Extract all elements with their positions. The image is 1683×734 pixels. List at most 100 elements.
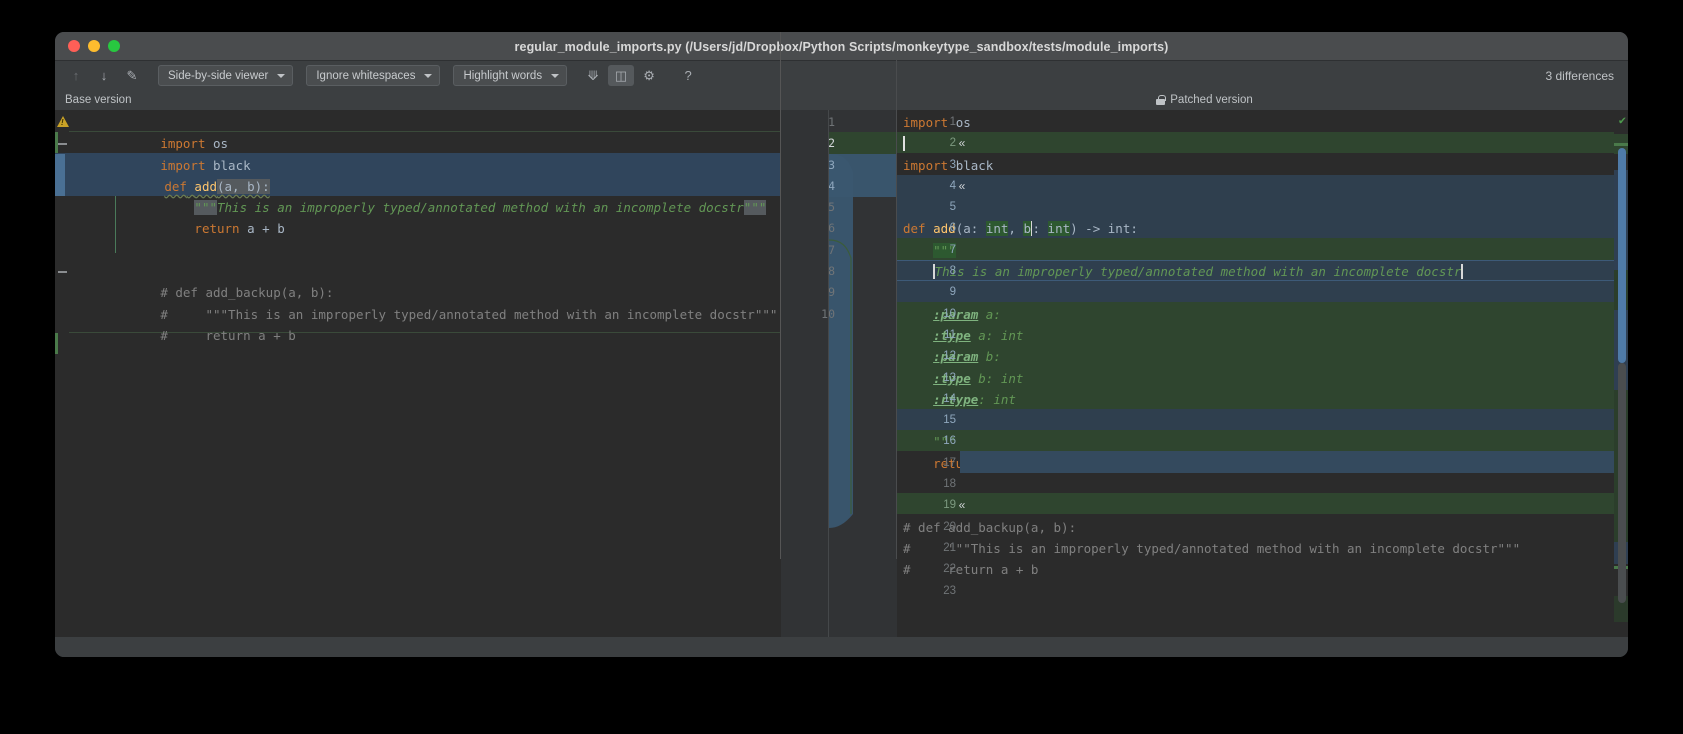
pane-divider-left (780, 32, 781, 559)
code-line[interactable]: """This is an improperly typed/annotated… (55, 176, 781, 216)
pane-headers: Base version Patched version (55, 90, 1628, 110)
gear-icon[interactable]: ⚙ (636, 65, 662, 86)
whitespace-mode-dropdown[interactable]: Ignore whitespaces (306, 65, 441, 86)
code-line[interactable] (55, 240, 781, 261)
token-type: int (985, 221, 1009, 237)
code-line[interactable]: # def add_backup(a, b): (55, 261, 781, 300)
code-line[interactable]: """ (897, 240, 1614, 261)
code-line[interactable] (897, 474, 1614, 495)
zoom-window-button[interactable] (108, 40, 120, 52)
code-line[interactable] (897, 581, 1614, 602)
warning-icon[interactable] (55, 112, 69, 133)
code-line[interactable] (897, 197, 1614, 218)
code-line[interactable]: :rtype: int (897, 389, 1614, 410)
code-line[interactable]: """ (897, 431, 1614, 452)
gutter-row: 6 (781, 218, 897, 239)
scrollbar-track[interactable] (1618, 363, 1626, 603)
overview-scrollbar[interactable]: ✔ (1614, 110, 1628, 637)
overview-marker-line[interactable] (1614, 143, 1628, 146)
code-line[interactable]: import black (55, 133, 781, 173)
code-line[interactable]: return a + b (55, 197, 781, 236)
token-colon: : (1032, 221, 1048, 237)
gutter-row: 4 (781, 176, 897, 197)
viewer-mode-dropdown[interactable]: Side-by-side viewer (158, 65, 294, 86)
code-line[interactable]: def add(a: int, b: int) -> int: (897, 218, 1614, 239)
token-type: int (1047, 221, 1071, 237)
close-window-button[interactable] (68, 40, 80, 52)
code-line[interactable]: def add(a, b): (55, 155, 781, 194)
collapse-unchanged-icon[interactable]: ⟱ (580, 65, 606, 86)
token-module: black (955, 157, 994, 173)
gutter-row: 2 (781, 133, 897, 154)
token-keyword: def (903, 221, 926, 237)
diff-toolbar: ↑ ↓ ✎ Side-by-side viewer Ignore whitesp… (55, 61, 1628, 90)
code-line[interactable]: # """This is an improperly typed/annotat… (897, 538, 1614, 559)
token-doc-arg: a: int (978, 327, 1024, 343)
token-doc-tag: :param (933, 349, 979, 365)
pane-divider-middle (896, 32, 897, 559)
code-line[interactable] (897, 176, 1614, 197)
token-module: os (955, 115, 971, 130)
chevron-down-icon (277, 73, 286, 78)
patched-code-rows: import os import black def add(a: int, b… (897, 112, 1614, 602)
whitespace-mode-label: Ignore whitespaces (316, 69, 416, 82)
code-line[interactable]: # return a + b (897, 559, 1614, 580)
code-line[interactable] (55, 218, 781, 239)
code-line[interactable]: :type b: int (897, 368, 1614, 389)
fold-marker-icon (58, 143, 67, 146)
scrollbar-thumb[interactable] (1618, 148, 1626, 363)
chevron-down-icon (551, 73, 560, 78)
code-line[interactable] (897, 282, 1614, 303)
diff-window: regular_module_imports.py (/Users/jd/Dro… (55, 32, 1628, 657)
code-line[interactable]: import black (897, 155, 1614, 176)
diff-editors: import os import black def add(a, b): (55, 32, 1628, 637)
token-doc-arg: b: (985, 349, 1001, 365)
highlight-mode-label: Highlight words (463, 69, 543, 82)
token-keyword: import (903, 115, 949, 130)
gutter-row: 1 (781, 112, 897, 133)
minimize-window-button[interactable] (88, 40, 100, 52)
next-difference-icon[interactable]: ↓ (91, 65, 117, 86)
code-line[interactable]: # """This is an improperly typed/annotat… (55, 282, 781, 322)
diff-gutter[interactable]: 1 2 3 4 5 6 7 8 9 10 (781, 110, 897, 637)
token-doc-tag: :type (933, 370, 971, 386)
synchronize-scroll-icon[interactable]: ◫ (608, 65, 635, 86)
highlight-mode-dropdown[interactable]: Highlight words (453, 65, 568, 86)
base-version-pane[interactable]: import os import black def add(a, b): (55, 110, 781, 637)
gutter-row: 5 (781, 197, 897, 218)
token-doc-tag: :type (933, 327, 971, 343)
token-comment: # """This is an improperly typed/annotat… (903, 540, 1521, 556)
token-doc-tag: :rtype (933, 391, 979, 407)
token-type: int (1107, 221, 1131, 237)
gutter-row: 8 (781, 261, 897, 282)
patched-version-pane[interactable]: import os import black def add(a: int, b… (897, 110, 1628, 637)
inspection-status-icon[interactable]: ✔ (1619, 113, 1626, 127)
code-line[interactable]: :type a: int (897, 325, 1614, 346)
token-triple-quote: """ (933, 434, 956, 450)
token-function-name: add (933, 221, 956, 237)
previous-difference-icon[interactable]: ↑ (63, 65, 89, 86)
code-line[interactable] (897, 410, 1614, 431)
token-doc-arg: : int (978, 391, 1016, 407)
code-line[interactable]: :param b: (897, 346, 1614, 367)
lock-icon (1156, 95, 1166, 105)
code-line[interactable]: # def add_backup(a, b): (897, 517, 1614, 538)
code-line[interactable]: # return a + b (55, 304, 781, 343)
token-doc-arg: a: (985, 306, 1001, 322)
code-line[interactable]: import os (897, 112, 1614, 133)
token-colon: : (970, 221, 986, 237)
gutter-line-numbers: 1 2 3 4 5 6 7 8 9 10 (781, 112, 897, 325)
code-line[interactable]: import os (55, 112, 781, 151)
token-param: b (1023, 221, 1031, 237)
code-line[interactable] (897, 495, 1614, 516)
code-line[interactable]: :param a: (897, 304, 1614, 325)
current-line-highlight (897, 259, 1614, 281)
gutter-row: 10 (781, 304, 897, 325)
token-keyword: import (903, 157, 949, 173)
text-cursor (903, 136, 905, 152)
code-line[interactable] (897, 133, 1614, 154)
edit-pencil-icon[interactable]: ✎ (119, 65, 145, 86)
left-pane-title: Base version (65, 94, 132, 106)
right-pane-title: Patched version (1170, 94, 1253, 106)
help-icon[interactable]: ? (675, 65, 701, 86)
